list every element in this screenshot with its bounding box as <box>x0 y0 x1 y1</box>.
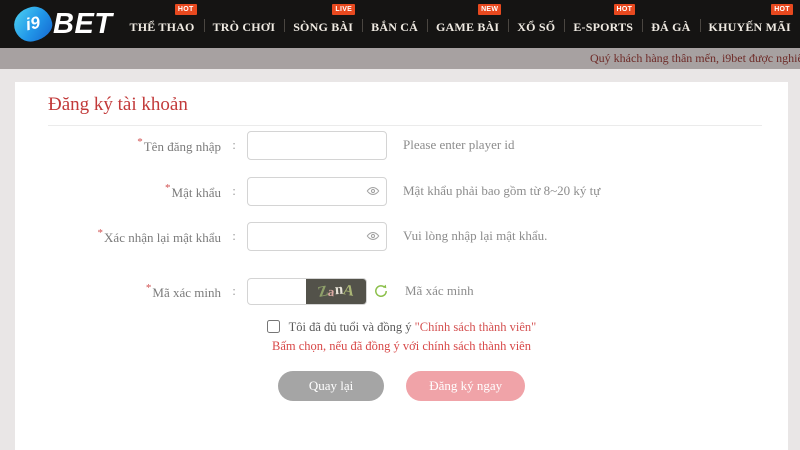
nav-item-game-bai[interactable]: GAME BÀI NEW <box>427 0 508 48</box>
captcha-hint: Mã xác minh <box>405 283 474 299</box>
username-row: *Tên đăng nhập : Please enter player id <box>15 130 788 160</box>
confirm-password-row: *Xác nhận lại mật khẩu : Vui lòng nhập l… <box>15 221 788 251</box>
register-button[interactable]: Đăng ký ngay <box>406 371 525 401</box>
required-mark: * <box>98 227 104 239</box>
required-mark: * <box>165 182 171 194</box>
back-button[interactable]: Quay lại <box>278 371 384 401</box>
register-card: Đăng ký tài khoản *Tên đăng nhập : Pleas… <box>15 82 788 450</box>
username-input[interactable] <box>247 131 387 160</box>
nav-item-ban-ca[interactable]: BẮN CÁ <box>362 0 427 48</box>
agree-note: Bấm chọn, nếu đã đồng ý với chính sách t… <box>15 339 788 354</box>
confirm-password-hint: Vui lòng nhập lại mật khẩu. <box>403 228 547 244</box>
required-mark: * <box>137 136 143 148</box>
agree-row: Tôi đã đủ tuổi và đồng ý "Chính sách thà… <box>15 320 788 335</box>
hot-badge: HOT <box>614 4 636 15</box>
title-divider <box>48 125 762 126</box>
required-mark: * <box>146 282 152 294</box>
hot-badge: HOT <box>175 4 197 15</box>
announcement-bar: Quý khách hàng thân mến, i9bet được nghi… <box>0 48 800 69</box>
main-menu: THỂ THAO HOT TRÒ CHƠI SÒNG BÀI LIVE BẮN … <box>121 0 800 48</box>
password-hint: Mật khẩu phải bao gồm từ 8~20 ký tự <box>403 183 600 199</box>
live-badge: LIVE <box>332 4 355 15</box>
nav-item-da-ga[interactable]: ĐÁ GÀ <box>642 0 699 48</box>
eye-icon[interactable] <box>366 184 380 198</box>
agree-text: Tôi đã đủ tuổi và đồng ý <box>289 320 412 334</box>
nav-item-xo-so[interactable]: XỔ SỐ <box>508 0 564 48</box>
refresh-captcha-icon[interactable] <box>373 283 389 299</box>
logo-i9-text: i9 <box>24 13 42 36</box>
nav-item-tro-choi[interactable]: TRÒ CHƠI <box>204 0 285 48</box>
username-hint: Please enter player id <box>403 137 515 153</box>
i9bet-logo[interactable]: i9 BET <box>14 7 113 41</box>
nav-item-song-bai[interactable]: SÒNG BÀI LIVE <box>284 0 362 48</box>
eye-icon[interactable] <box>366 229 380 243</box>
button-row: Quay lại Đăng ký ngay <box>15 371 788 401</box>
policy-link[interactable]: "Chính sách thành viên" <box>415 320 537 334</box>
username-label: Tên đăng nhập <box>144 139 221 154</box>
captcha-label: Mã xác minh <box>152 285 221 300</box>
nav-item-esports[interactable]: E-SPORTS HOT <box>564 0 642 48</box>
logo-mark-icon: i9 <box>11 3 55 44</box>
agree-checkbox[interactable] <box>267 320 280 333</box>
new-badge: NEW <box>478 4 501 15</box>
nav-item-the-thao[interactable]: THỂ THAO HOT <box>121 0 204 48</box>
hot-badge: HOT <box>771 4 793 15</box>
page-title: Đăng ký tài khoản <box>48 94 188 116</box>
confirm-password-label: Xác nhận lại mật khẩu <box>104 230 221 245</box>
announcement-text: Quý khách hàng thân mến, i9bet được nghi… <box>590 48 800 69</box>
logo-bet-text: BET <box>53 8 113 41</box>
nav-item-khuyen-mai[interactable]: KHUYẾN MÃI HOT <box>700 0 800 48</box>
password-row: *Mật khẩu : Mật khẩu phải bao gồm từ 8~2… <box>15 176 788 206</box>
password-label: Mật khẩu <box>172 185 221 200</box>
captcha-image: Z a n A <box>306 279 366 304</box>
top-navbar: i9 BET THỂ THAO HOT TRÒ CHƠI SÒNG BÀI LI… <box>0 0 800 48</box>
captcha-row: *Mã xác minh : Z a n A Mã xác minh <box>15 276 788 306</box>
